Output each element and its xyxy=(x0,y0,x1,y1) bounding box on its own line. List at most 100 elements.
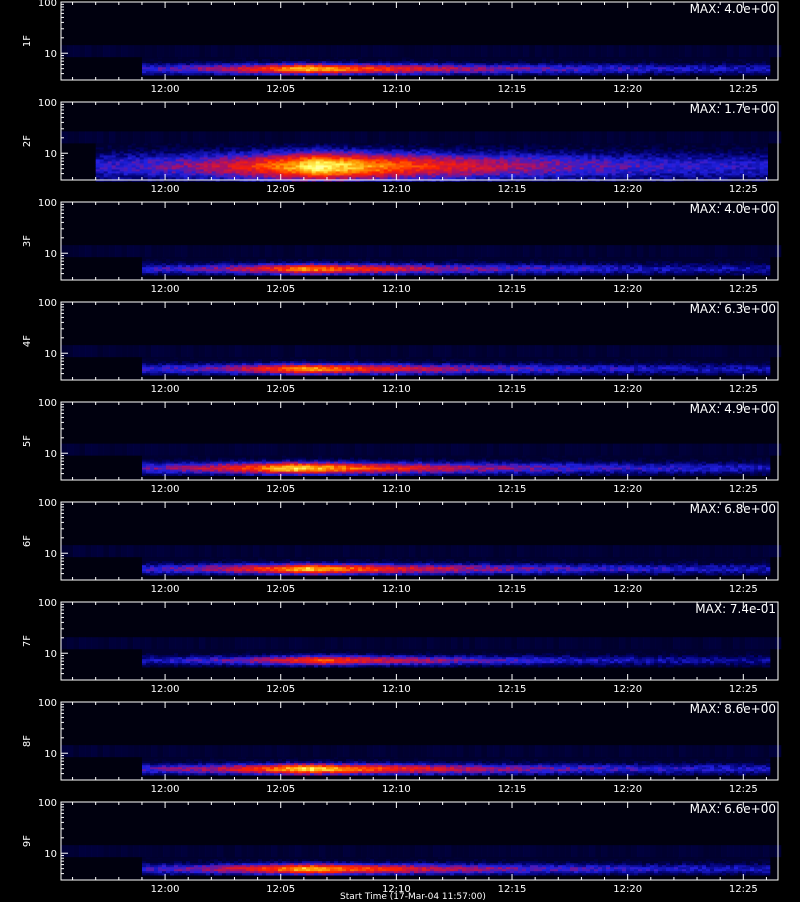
heatmap-cell xyxy=(208,169,212,171)
heatmap-cell xyxy=(667,131,673,143)
heatmap-cell xyxy=(452,151,456,153)
heatmap-cell xyxy=(404,153,408,155)
heatmap-cell xyxy=(556,167,560,169)
heatmap-cell xyxy=(536,165,540,167)
heatmap-cell xyxy=(438,73,442,75)
heatmap-cell xyxy=(166,69,170,71)
heatmap-cell xyxy=(304,169,308,171)
heatmap-cell xyxy=(697,131,703,143)
heatmap-cell xyxy=(146,69,150,71)
heatmap-cell xyxy=(540,161,544,163)
heatmap-cell xyxy=(516,151,520,153)
heatmap-cell xyxy=(676,163,680,165)
heatmap-cell xyxy=(682,61,686,63)
heatmap-cell xyxy=(568,175,572,177)
heatmap-cell xyxy=(608,173,612,175)
heatmap-cell xyxy=(544,167,548,169)
heatmap-cell xyxy=(344,159,348,161)
heatmap-cell xyxy=(762,59,766,61)
heatmap-cell xyxy=(194,59,198,61)
heatmap-cell xyxy=(756,143,760,145)
heatmap-cell xyxy=(704,157,708,159)
heatmap-cell xyxy=(190,61,194,63)
heatmap-cell xyxy=(601,131,607,143)
heatmap-cell xyxy=(528,157,532,159)
heatmap-cell xyxy=(154,69,158,71)
heatmap-cell xyxy=(582,59,586,61)
heatmap-cell xyxy=(176,175,180,177)
heatmap-cell xyxy=(658,63,662,65)
heatmap-cell xyxy=(284,149,288,151)
heatmap-cell xyxy=(180,149,184,151)
heatmap-cell xyxy=(388,147,392,149)
heatmap-cell xyxy=(160,161,164,163)
heatmap-cell xyxy=(710,59,714,61)
heatmap-cell xyxy=(202,59,206,61)
heatmap-cell xyxy=(124,163,128,165)
heatmap-cell xyxy=(634,71,638,73)
heatmap-cell xyxy=(532,169,536,171)
heatmap-cell xyxy=(180,157,184,159)
heatmap-cell xyxy=(576,165,580,167)
heatmap-cell xyxy=(394,69,398,71)
heatmap-cell xyxy=(268,143,272,145)
heatmap-cell xyxy=(494,57,498,59)
heatmap-cell xyxy=(680,151,684,153)
heatmap-cell xyxy=(222,65,226,67)
heatmap-cell xyxy=(608,153,612,155)
heatmap-cell xyxy=(606,73,610,75)
heatmap-cell xyxy=(380,165,384,167)
heatmap-cell xyxy=(174,57,178,59)
heatmap-cell xyxy=(116,171,120,173)
heatmap-cell xyxy=(724,165,728,167)
heatmap-cell xyxy=(709,45,715,57)
heatmap-cell xyxy=(760,155,764,157)
heatmap-cell xyxy=(206,57,210,59)
heatmap-cell xyxy=(412,147,416,149)
heatmap-cell xyxy=(692,169,696,171)
heatmap-cell xyxy=(760,159,764,161)
heatmap-cell xyxy=(288,153,292,155)
heatmap-cell xyxy=(608,143,612,145)
heatmap-cell xyxy=(516,153,520,155)
heatmap-cell xyxy=(296,177,300,179)
heatmap-cell xyxy=(340,151,344,153)
heatmap-cell xyxy=(318,73,322,75)
heatmap-cell xyxy=(546,61,550,63)
heatmap-cell xyxy=(168,147,172,149)
heatmap-cell xyxy=(300,169,304,171)
heatmap-cell xyxy=(745,131,751,143)
heatmap-cell xyxy=(580,149,584,151)
heatmap-cell xyxy=(244,159,248,161)
heatmap-cell xyxy=(696,143,700,145)
heatmap-cell xyxy=(716,165,720,167)
heatmap-cell xyxy=(132,151,136,153)
heatmap-cell xyxy=(115,131,121,143)
heatmap-cell xyxy=(596,175,600,177)
heatmap-cell xyxy=(136,149,140,151)
heatmap-cell xyxy=(640,151,644,153)
heatmap-cell xyxy=(332,159,336,161)
heatmap-cell xyxy=(630,59,634,61)
heatmap-cell xyxy=(632,157,636,159)
heatmap-cell xyxy=(698,57,702,59)
heatmap-cell xyxy=(236,171,240,173)
heatmap-cell xyxy=(508,153,512,155)
heatmap-cell xyxy=(468,151,472,153)
heatmap-cell xyxy=(160,159,164,161)
heatmap-cell xyxy=(436,155,440,157)
heatmap-cell xyxy=(412,173,416,175)
heatmap-cell xyxy=(412,155,416,157)
heatmap-cell xyxy=(292,153,296,155)
heatmap-cell xyxy=(223,131,229,143)
heatmap-cell xyxy=(460,159,464,161)
heatmap-cell xyxy=(736,145,740,147)
heatmap-cell xyxy=(360,151,364,153)
heatmap-cell xyxy=(433,45,439,57)
heatmap-cell xyxy=(124,167,128,169)
heatmap-cell xyxy=(530,65,534,67)
heatmap-cell xyxy=(334,67,338,69)
heatmap-cell xyxy=(409,131,415,143)
heatmap-cell xyxy=(156,157,160,159)
heatmap-cell xyxy=(454,57,458,59)
